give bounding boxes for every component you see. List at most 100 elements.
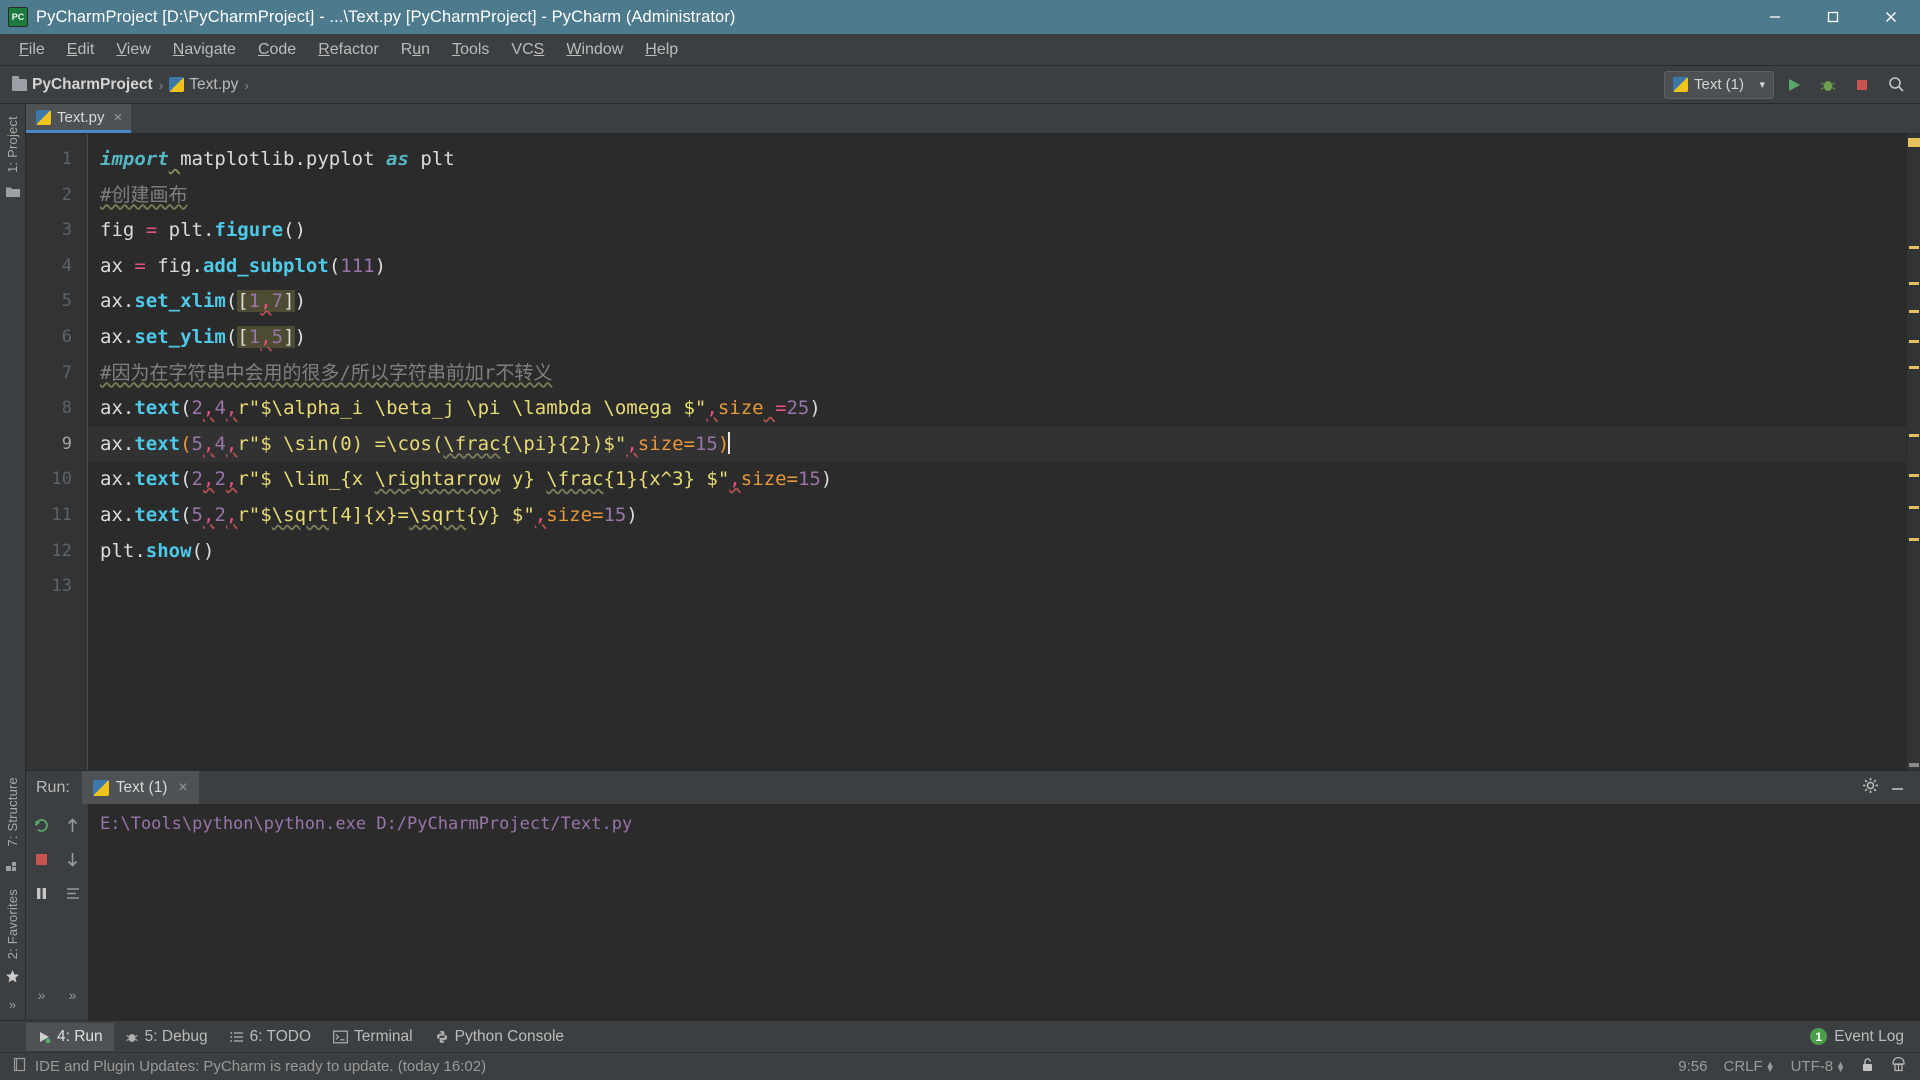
menu-vcs[interactable]: VCS (500, 37, 555, 63)
line-number-current: 9 (61, 433, 72, 454)
code-line-5[interactable]: ax.set_xlim([1,7]) (88, 284, 1906, 320)
code-line-6[interactable]: ax.set_ylim([1,5]) (88, 320, 1906, 356)
bottom-tool-window-bar: 4: Run 5: Debug 6: TODO Terminal Python … (0, 1020, 1920, 1052)
encoding-label: UTF-8 (1790, 1058, 1834, 1075)
breadcrumb-project-label: PyCharmProject (32, 75, 153, 93)
line-number: 7 (61, 362, 72, 383)
arrow-down-icon[interactable] (59, 842, 87, 876)
tool-window-python-console[interactable]: Python Console (424, 1023, 575, 1051)
code-line-1[interactable]: import matplotlib.pyplot as plt (88, 142, 1906, 178)
sidebar-item-favorites[interactable]: 2: Favorites (5, 883, 20, 965)
menu-navigate[interactable]: Navigate (162, 37, 247, 63)
run-configuration-selector[interactable]: Text (1) ▾ (1664, 70, 1774, 99)
chevron-down-icon: ▾ (1759, 79, 1765, 91)
code-line-10[interactable]: ax.text(2,2,r"$ \lim_{x \rightarrow y} \… (88, 462, 1906, 498)
sidebar-item-project[interactable]: 1: Project (5, 110, 20, 179)
python-file-icon (1673, 77, 1688, 92)
more-tools-icon[interactable]: » (9, 997, 16, 1012)
marker-warning (1909, 434, 1919, 437)
structure-icon[interactable] (5, 859, 20, 877)
pause-button[interactable] (28, 876, 56, 910)
gear-icon[interactable] (1862, 777, 1879, 799)
event-log-badge: 1 (1810, 1028, 1828, 1045)
breadcrumb-file[interactable]: Text.py (165, 74, 242, 96)
marker-warning (1909, 282, 1919, 285)
menu-edit[interactable]: Edit (56, 37, 106, 63)
terminal-icon (333, 1030, 348, 1043)
search-button[interactable] (1882, 71, 1910, 99)
line-number: 5 (61, 291, 72, 312)
event-log-label[interactable]: Event Log (1834, 1028, 1904, 1046)
menu-view[interactable]: View (105, 37, 161, 63)
line-number: 1 (61, 149, 72, 169)
project-folder-icon[interactable] (5, 185, 20, 203)
code-line-13[interactable] (88, 569, 1906, 605)
code-line-3[interactable]: fig = plt.figure() (88, 213, 1906, 249)
code-line-8[interactable]: ax.text(2,4,r"$\alpha_i \beta_j \pi \lam… (88, 391, 1906, 427)
menu-window[interactable]: Window (555, 37, 634, 63)
python-file-icon (36, 109, 51, 125)
tool-window-todo[interactable]: 6: TODO (219, 1023, 322, 1051)
left-tool-strip: 1: Project 7: Structure 2: Favorites » (0, 104, 26, 1020)
code-line-11[interactable]: ax.text(5,2,r"$\sqrt[4]{x}=\sqrt{y} $",s… (88, 498, 1906, 534)
debug-button[interactable] (1814, 71, 1842, 99)
console-output[interactable]: E:\Tools\python\python.exe D:/PyCharmPro… (88, 804, 1920, 1020)
arrow-up-icon[interactable] (59, 808, 87, 842)
tool-window-terminal-label: Terminal (354, 1027, 413, 1045)
maximize-button[interactable] (1804, 0, 1862, 34)
line-separator-label: CRLF (1723, 1058, 1763, 1075)
editor-tab-strip: Text.py × (26, 104, 1920, 134)
event-log-area: 1 Event Log (1810, 1028, 1920, 1046)
python-icon (436, 1030, 447, 1043)
menu-tools[interactable]: Tools (441, 37, 500, 63)
unlocked-icon[interactable] (1861, 1057, 1875, 1077)
star-icon[interactable] (5, 969, 20, 989)
marker-warning (1909, 246, 1919, 249)
marker-gutter[interactable] (1906, 134, 1920, 770)
stop-button[interactable] (28, 842, 56, 876)
menu-bar: File Edit View Navigate Code Refactor Ru… (0, 34, 1920, 66)
minimize-icon[interactable] (1889, 777, 1906, 799)
tool-window-terminal[interactable]: Terminal (322, 1023, 424, 1051)
menu-code[interactable]: Code (247, 37, 307, 63)
line-number-gutter: 1 2 3 4 5 6 7 8 9 10 11 12 13 (26, 134, 84, 770)
pycharm-icon: PC (8, 7, 28, 27)
editor[interactable]: 1 2 3 4 5 6 7 8 9 10 11 12 13 import mat… (26, 134, 1920, 770)
status-bar: IDE and Plugin Updates: PyCharm is ready… (0, 1052, 1920, 1080)
sidebar-item-structure[interactable]: 7: Structure (5, 771, 20, 853)
hector-icon[interactable] (1891, 1056, 1906, 1077)
minimize-button[interactable] (1746, 0, 1804, 34)
close-button[interactable] (1862, 0, 1920, 34)
encoding-selector[interactable]: UTF-8 ▲ ▼ (1791, 1058, 1845, 1075)
soft-wrap-button[interactable] (59, 876, 87, 910)
run-configuration-label: Text (1) (1694, 76, 1745, 93)
code-line-12[interactable]: plt.show() (88, 534, 1906, 570)
breadcrumb-project[interactable]: PyCharmProject (8, 74, 157, 96)
line-separator-selector[interactable]: CRLF ▲ ▼ (1723, 1058, 1774, 1075)
menu-file[interactable]: File (8, 37, 56, 63)
expand-chevrons-icon-2[interactable]: » (59, 978, 87, 1012)
menu-help[interactable]: Help (634, 37, 689, 63)
line-number: 11 (51, 504, 72, 525)
editor-tab-text-py[interactable]: Text.py × (26, 104, 132, 133)
menu-refactor[interactable]: Refactor (307, 37, 389, 63)
code-line-7[interactable]: #因为在字符串中会用的很多/所以字符串前加r不转义 (88, 356, 1906, 392)
code-line-4[interactable]: ax = fig.add_subplot(111) (88, 249, 1906, 285)
marker-warning (1908, 138, 1920, 147)
menu-run[interactable]: Run (390, 37, 441, 63)
status-message[interactable]: IDE and Plugin Updates: PyCharm is ready… (35, 1058, 486, 1075)
expand-chevrons-icon[interactable]: » (28, 978, 56, 1012)
tool-window-debug[interactable]: 5: Debug (114, 1023, 219, 1051)
caret-position[interactable]: 9:56 (1678, 1058, 1707, 1075)
close-icon[interactable]: × (114, 109, 123, 126)
run-button[interactable] (1780, 71, 1808, 99)
tool-window-run[interactable]: 4: Run (26, 1022, 114, 1051)
line-number: 10 (51, 469, 72, 490)
run-tab-text[interactable]: Text (1) × (81, 770, 199, 805)
code-line-2[interactable]: #创建画布 (88, 178, 1906, 214)
code-content[interactable]: import matplotlib.pyplot as plt #创建画布 fi… (88, 134, 1906, 770)
code-line-9-current[interactable]: ax.text(5,4,r"$ \sin(0) =\cos(\frac{\pi}… (88, 426, 1906, 463)
close-icon[interactable]: × (178, 779, 187, 797)
stop-button[interactable] (1848, 71, 1876, 99)
rerun-button[interactable] (28, 808, 56, 842)
